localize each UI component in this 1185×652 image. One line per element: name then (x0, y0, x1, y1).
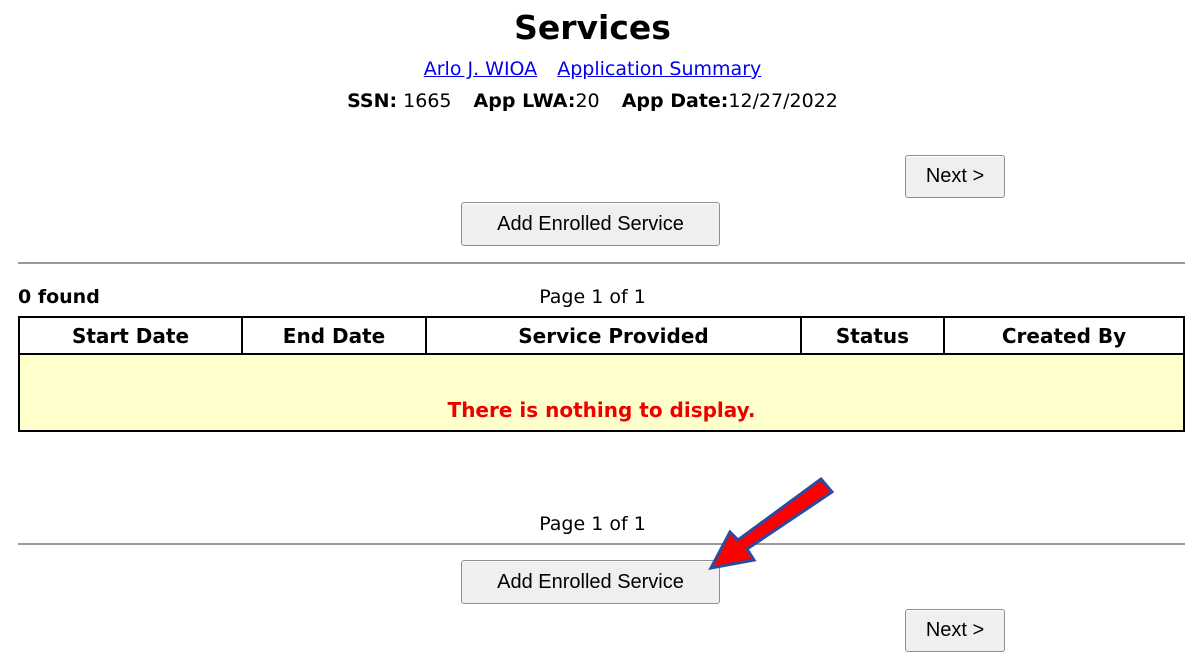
application-info: SSN: 1665 App LWA:20 App Date:12/27/2022 (0, 89, 1185, 113)
page-title: Services (514, 8, 671, 47)
application-summary-link[interactable]: Application Summary (557, 58, 761, 80)
lwa-group: App LWA:20 (474, 90, 600, 112)
column-header-created-by[interactable]: Created By (945, 318, 1183, 355)
app-lwa-label: App LWA: (473, 90, 576, 112)
empty-message: There is nothing to display. (20, 355, 1183, 430)
empty-row: There is nothing to display. (20, 355, 1183, 430)
ssn-label: SSN: (347, 90, 398, 112)
red-arrow-annotation-icon (708, 476, 835, 571)
app-date-label: App Date: (621, 90, 729, 112)
column-header-service-provided[interactable]: Service Provided (427, 318, 802, 355)
ssn-group: SSN: 1665 (347, 90, 451, 112)
table-header-row: Start Date End Date Service Provided Sta… (20, 318, 1183, 355)
divider-top (18, 262, 1185, 264)
header-links: Arlo J. WIOA Application Summary (0, 57, 1185, 81)
app-lwa-value: 20 (575, 90, 600, 112)
participant-name-link[interactable]: Arlo J. WIOA (424, 58, 537, 80)
ssn-value: 1665 (403, 90, 452, 112)
add-enrolled-service-button-top[interactable]: Add Enrolled Service (461, 202, 720, 246)
add-enrolled-service-button-bottom[interactable]: Add Enrolled Service (461, 560, 720, 604)
services-table: Start Date End Date Service Provided Sta… (18, 316, 1185, 432)
next-button-bottom[interactable]: Next > (905, 609, 1005, 652)
date-group: App Date:12/27/2022 (622, 90, 838, 112)
arrow-shape (708, 476, 835, 571)
divider-bottom (18, 543, 1185, 545)
column-header-status[interactable]: Status (802, 318, 945, 355)
next-button-top[interactable]: Next > (905, 155, 1005, 198)
page-indicator-bottom: Page 1 of 1 (539, 513, 646, 535)
app-date-value: 12/27/2022 (728, 90, 838, 112)
column-header-start-date[interactable]: Start Date (20, 318, 243, 355)
page-indicator-top: Page 1 of 1 (539, 286, 646, 308)
column-header-end-date[interactable]: End Date (243, 318, 427, 355)
